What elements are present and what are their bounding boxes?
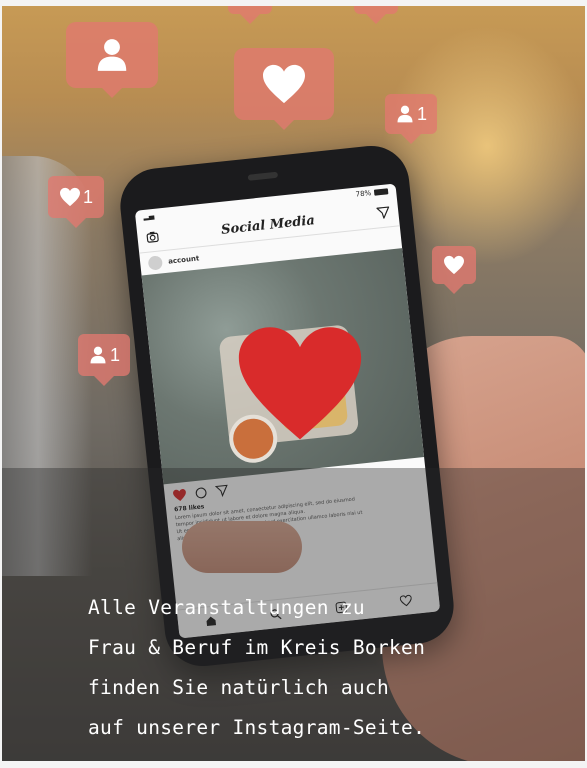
user-icon <box>97 39 127 71</box>
like-count-notification: 1 <box>48 176 104 228</box>
signal-icon: ▂▄ <box>143 211 155 221</box>
app-title: Social Media <box>220 212 316 238</box>
heart-icon <box>263 64 305 104</box>
battery-indicator: 78% <box>355 187 389 199</box>
follower-count-notification: 1 <box>385 94 437 144</box>
battery-icon <box>373 188 389 196</box>
message-line: Frau & Beruf im Kreis Borken <box>88 636 426 659</box>
like-notification <box>234 48 334 130</box>
notification-count: 1 <box>82 186 93 207</box>
account-name[interactable]: account <box>168 254 200 265</box>
notification-partial <box>354 6 398 24</box>
message-line: auf unserer Instagram-Seite. <box>88 716 426 739</box>
notification-partial <box>228 6 272 24</box>
user-icon <box>90 346 106 364</box>
heart-icon <box>59 187 80 207</box>
avatar[interactable] <box>147 255 164 271</box>
like-notification-small <box>432 246 476 294</box>
notification-count: 1 <box>109 344 120 365</box>
heart-icon <box>444 255 464 275</box>
send-icon[interactable] <box>376 205 391 220</box>
message-line: finden Sie natürlich auch <box>88 676 389 699</box>
follower-count-notification: 1 <box>78 334 130 386</box>
message-line: Alle Veranstaltungen zu <box>88 596 365 619</box>
promo-message: Alle Veranstaltungen zu Frau & Beruf im … <box>88 588 558 748</box>
notification-count: 1 <box>416 103 427 124</box>
camera-icon[interactable] <box>145 229 160 244</box>
phone-speaker <box>247 171 279 181</box>
promo-card: ▂▄ 78% Social Media account 678 likes Lo… <box>2 6 585 761</box>
big-heart-icon <box>238 327 362 440</box>
user-icon <box>397 105 413 123</box>
follower-notification <box>66 22 158 98</box>
